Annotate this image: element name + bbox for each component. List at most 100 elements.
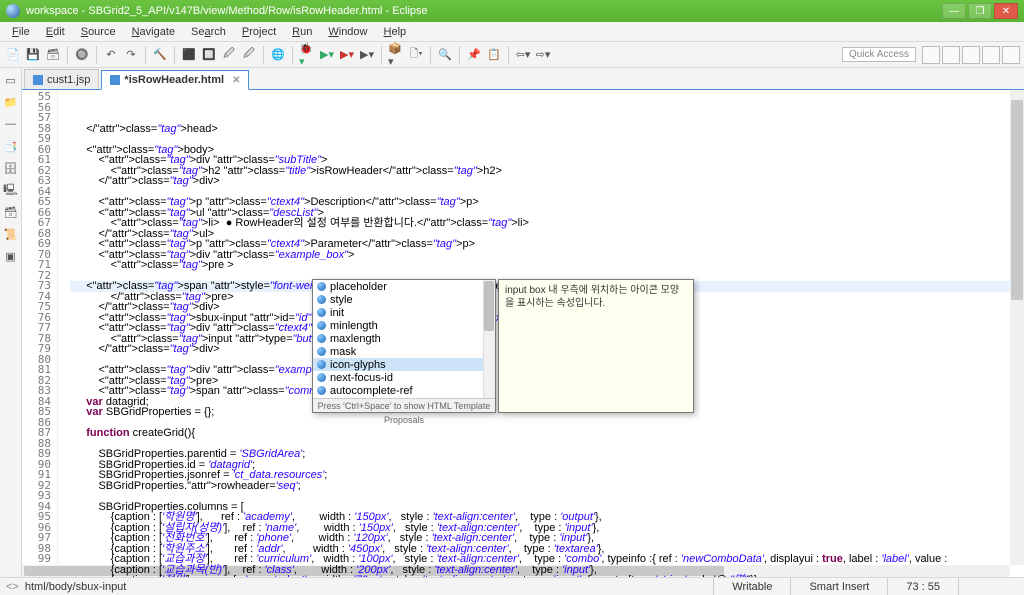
editor-area[interactable]: 55 56 57 58 59 60 61 62 63 64 65 66 67 6… xyxy=(22,90,1024,577)
autocomplete-item[interactable]: style xyxy=(313,293,495,306)
tool-a[interactable]: ⬛ xyxy=(180,46,198,64)
code-line[interactable] xyxy=(74,491,1024,502)
menu-project[interactable]: Project xyxy=(234,24,284,40)
menu-help[interactable]: Help xyxy=(376,24,415,40)
run-last-dropdown[interactable]: ▶▾ xyxy=(358,46,376,64)
autocomplete-item-label: placeholder xyxy=(330,281,387,293)
autocomplete-item[interactable]: autocomplete-ref xyxy=(313,384,495,397)
code-line[interactable]: </"attr">class="tag">head> xyxy=(74,124,1024,135)
code-line[interactable]: SBGridProperties.jsonref = 'ct_data.reso… xyxy=(74,470,1024,481)
code-line[interactable]: </"attr">class="tag">div> xyxy=(74,176,1024,187)
search-button[interactable]: 🔍 xyxy=(436,46,454,64)
tool-b[interactable]: 🔲 xyxy=(200,46,218,64)
separator-icon: — xyxy=(3,116,19,132)
run-dropdown[interactable]: ▶▾ xyxy=(318,46,336,64)
autocomplete-item[interactable]: init xyxy=(313,306,495,319)
data-source-icon[interactable]: 🗃 xyxy=(3,204,19,220)
servers-icon[interactable]: 🖳 xyxy=(3,182,19,198)
autocomplete-item[interactable]: icon-glyphs xyxy=(313,358,495,371)
autocomplete-item[interactable]: next-focus-id xyxy=(313,371,495,384)
menu-file[interactable]: File xyxy=(4,24,38,40)
status-empty xyxy=(958,578,1018,595)
debug-dropdown[interactable]: 🐞▾ xyxy=(298,46,316,64)
menu-edit[interactable]: Edit xyxy=(38,24,73,40)
code-line[interactable]: {caption : ['전화번호'], ref : 'phone', widt… xyxy=(74,533,1024,544)
attribute-icon xyxy=(317,386,326,395)
maximize-button[interactable]: ❐ xyxy=(968,3,992,19)
menubar: File Edit Source Navigate Search Project… xyxy=(0,22,1024,42)
status-insert-mode: Smart Insert xyxy=(790,578,887,595)
java-perspective-button[interactable] xyxy=(942,46,960,64)
open-perspective-button[interactable] xyxy=(922,46,940,64)
autocomplete-item-label: minlength xyxy=(330,320,378,332)
debug-perspective-button[interactable] xyxy=(982,46,1000,64)
save-all-button[interactable]: 🗃 xyxy=(44,46,62,64)
close-tab-icon[interactable]: ✕ xyxy=(232,75,240,86)
window-title: workspace - SBGrid2_5_API/v147B/view/Met… xyxy=(26,5,942,17)
tool-c[interactable]: 🖉 xyxy=(220,46,238,64)
tab-cust1[interactable]: cust1.jsp xyxy=(24,69,99,89)
code-line[interactable] xyxy=(74,418,1024,429)
markers-icon[interactable]: 📑 xyxy=(3,138,19,154)
attribute-icon xyxy=(317,295,326,304)
properties-icon[interactable]: 🗄 xyxy=(3,160,19,176)
breadcrumb-path: html/body/sbux-input xyxy=(25,581,127,593)
restore-view-button[interactable]: ▭ xyxy=(3,72,19,88)
toggle-button[interactable]: 🔘 xyxy=(73,46,91,64)
autocomplete-scrollbar[interactable] xyxy=(483,280,495,398)
autocomplete-item[interactable]: mask xyxy=(313,345,495,358)
status-cursor-position: 73 : 55 xyxy=(887,578,958,595)
undo-button[interactable]: ↶ xyxy=(102,46,120,64)
autocomplete-list[interactable]: placeholderstyleinitminlengthmaxlengthma… xyxy=(313,280,495,398)
tab-isrowheader[interactable]: *isRowHeader.html ✕ xyxy=(101,70,249,90)
menu-source[interactable]: Source xyxy=(73,24,124,40)
build-button[interactable]: 🔨 xyxy=(151,46,169,64)
menu-navigate[interactable]: Navigate xyxy=(124,24,183,40)
pin-button[interactable]: 📌 xyxy=(465,46,483,64)
javaee-perspective-button[interactable] xyxy=(962,46,980,64)
scrollbar-thumb[interactable] xyxy=(484,281,494,331)
menu-window[interactable]: Window xyxy=(320,24,375,40)
project-explorer-icon[interactable]: 📁 xyxy=(3,94,19,110)
autocomplete-item[interactable]: placeholder xyxy=(313,280,495,293)
code-line[interactable] xyxy=(74,134,1024,145)
forward-button[interactable]: ⇨▾ xyxy=(534,46,552,64)
redo-button[interactable]: ↷ xyxy=(122,46,140,64)
status-writable: Writable xyxy=(713,578,790,595)
code-line[interactable]: {caption : ['정원'], ref : 'maxstudent', w… xyxy=(74,575,1024,577)
autocomplete-item-label: autocomplete-ref xyxy=(330,385,413,397)
save-button[interactable]: 💾 xyxy=(24,46,42,64)
autocomplete-item-label: icon-glyphs xyxy=(330,359,386,371)
back-button[interactable]: ⇦▾ xyxy=(514,46,532,64)
attribute-icon xyxy=(317,360,326,369)
resource-perspective-button[interactable] xyxy=(1002,46,1020,64)
code-line[interactable]: <"attr">class="tag">pre > xyxy=(74,260,1024,271)
left-trim-bar: ▭ 📁 — 📑 🗄 🖳 🗃 📜 ▣ xyxy=(0,68,22,577)
attribute-icon xyxy=(317,373,326,382)
autocomplete-item[interactable]: maxlength xyxy=(313,332,495,345)
info-tooltip: input box 내 우측에 위치하는 아이콘 모양을 표시하는 속성입니다. xyxy=(498,279,694,413)
snippets-icon[interactable]: 📜 xyxy=(3,226,19,242)
task-button[interactable]: 📋 xyxy=(485,46,503,64)
code-line[interactable]: function createGrid(){ xyxy=(74,428,1024,439)
window-controls: — ❐ ✕ xyxy=(942,3,1018,19)
code-line[interactable]: <"attr">class="tag">div "attr">class="su… xyxy=(74,155,1024,166)
new-class-button[interactable]: 🗋▾ xyxy=(407,46,425,64)
new-package-button[interactable]: 📦▾ xyxy=(387,46,405,64)
tool-d[interactable]: 🖉 xyxy=(240,46,258,64)
code-line[interactable]: SBGridProperties."attr">rowheader='seq'; xyxy=(74,481,1024,492)
code-line[interactable]: <"attr">class="tag">li> ● RowHeader의 설정 … xyxy=(74,218,1024,229)
quick-access-input[interactable]: Quick Access xyxy=(842,47,916,62)
menu-search[interactable]: Search xyxy=(183,24,234,40)
console-icon[interactable]: ▣ xyxy=(3,248,19,264)
tab-label: *isRowHeader.html xyxy=(124,74,224,86)
close-button[interactable]: ✕ xyxy=(994,3,1018,19)
menu-run[interactable]: Run xyxy=(284,24,320,40)
new-button[interactable]: 📄 xyxy=(4,46,22,64)
ext-run-dropdown[interactable]: ▶▾ xyxy=(338,46,356,64)
browser-icon[interactable]: 🌐 xyxy=(269,46,287,64)
autocomplete-item[interactable]: minlength xyxy=(313,319,495,332)
minimize-button[interactable]: — xyxy=(942,3,966,19)
autocomplete-hint: Press 'Ctrl+Space' to show HTML Template… xyxy=(313,398,495,412)
folding-gutter xyxy=(58,90,70,577)
